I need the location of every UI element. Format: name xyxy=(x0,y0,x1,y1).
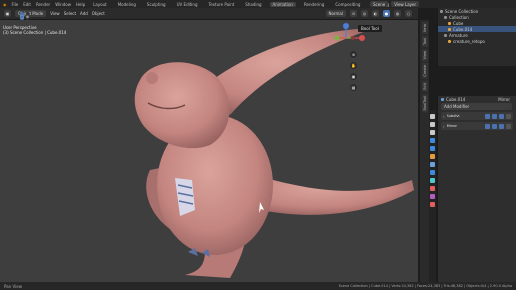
edit-mode-icon xyxy=(485,113,490,119)
header-tool-buttons: ⬚ ⊕ xyxy=(20,12,30,20)
scene-tab-icon[interactable] xyxy=(430,146,435,151)
shading-rendered-icon[interactable]: ○ xyxy=(405,10,412,17)
tab-view[interactable]: View xyxy=(421,48,428,62)
menu-render[interactable]: Render xyxy=(36,2,50,7)
wrench-icon xyxy=(441,98,444,101)
render-tab-icon[interactable] xyxy=(430,122,435,127)
realtime-icon xyxy=(492,113,497,119)
tab-booltool[interactable]: BoolTool xyxy=(421,93,428,112)
menu-add[interactable]: Add xyxy=(80,11,88,16)
mesh-icon xyxy=(448,21,451,25)
snap-icon[interactable]: ⊙ xyxy=(350,10,357,17)
viewport-info: User Perspective (3) Scene Collection | … xyxy=(3,25,66,35)
data-tab-icon[interactable] xyxy=(430,194,435,199)
modifier-subdivision[interactable]: › Subdivi xyxy=(441,112,513,120)
editor-type-icon[interactable]: ▣ xyxy=(4,10,11,17)
blender-logo-icon[interactable]: ◉ xyxy=(3,2,7,7)
view-layer-tab-icon[interactable] xyxy=(430,138,435,143)
shading-material-icon[interactable]: ◍ xyxy=(394,10,401,17)
mesh-icon xyxy=(448,39,451,43)
output-tab-icon[interactable] xyxy=(430,130,435,135)
tab-tool[interactable]: Tool xyxy=(421,35,428,47)
menu-window[interactable]: Window xyxy=(55,2,71,7)
overlay-icon[interactable]: ◐ xyxy=(372,10,379,17)
zoom-icon[interactable]: ⊕ xyxy=(350,51,357,58)
render-icon xyxy=(499,113,504,119)
modifier-tab-icon[interactable] xyxy=(430,162,435,167)
object-tab-icon[interactable] xyxy=(430,154,435,159)
mesh-icon xyxy=(448,27,451,31)
collection-icon xyxy=(440,9,443,13)
tab-item[interactable]: Item xyxy=(421,22,428,34)
status-bar: Pan View Scene Collection | Cube.014 | V… xyxy=(0,282,516,290)
tab-layout[interactable]: Layout xyxy=(90,2,110,7)
modifier-label[interactable]: Subdivi xyxy=(447,114,483,118)
menu-view[interactable]: View xyxy=(50,11,60,16)
expand-icon: › xyxy=(443,113,445,119)
select-mode-icon[interactable]: ⊕ xyxy=(25,12,30,20)
collection-icon xyxy=(444,15,447,19)
tooltip: Bool Tool xyxy=(358,25,382,32)
render-icon xyxy=(499,123,504,129)
gizmo-x-icon xyxy=(359,35,365,41)
view-subtitle: (3) Scene Collection | Cube.014 xyxy=(3,30,67,35)
edit-mode-icon xyxy=(485,123,490,129)
physics-tab-icon[interactable] xyxy=(430,178,435,183)
tool-tab-icon[interactable] xyxy=(430,114,435,119)
tab-sculpting[interactable]: Sculpting xyxy=(144,2,169,7)
sidebar-tabs: Item Tool View Create Edit BoolTool xyxy=(420,20,429,282)
nose xyxy=(146,72,158,84)
tab-compositing[interactable]: Compositing xyxy=(332,2,363,7)
camera-icon[interactable]: ▣ xyxy=(350,73,357,80)
expand-icon: › xyxy=(443,123,445,129)
close-icon xyxy=(506,113,511,119)
tab-modeling[interactable]: Modeling xyxy=(115,2,139,7)
modifier-mirror[interactable]: › Mirror xyxy=(441,122,513,130)
transform-orientation-dropdown[interactable]: Normal xyxy=(325,10,346,17)
particles-tab-icon[interactable] xyxy=(430,170,435,175)
select-box-icon[interactable]: ⬚ xyxy=(20,12,24,20)
tab-texture-paint[interactable]: Texture Paint xyxy=(205,2,237,7)
menu-edit[interactable]: Edit xyxy=(23,2,31,7)
shading-solid-icon[interactable]: ● xyxy=(383,10,390,17)
gizmo-z-icon xyxy=(343,23,349,29)
tab-create[interactable]: Create xyxy=(421,63,428,79)
viewport-nav-buttons: ⊕ ✋ ▣ ▦ xyxy=(350,51,357,91)
tab-uv-editing[interactable]: UV Editing xyxy=(174,2,201,7)
mirror-label[interactable]: Mirror xyxy=(498,97,516,102)
menu-help[interactable]: Help xyxy=(76,2,85,7)
armature-icon xyxy=(444,33,447,37)
modifier-label[interactable]: Mirror xyxy=(447,124,483,128)
tab-edit[interactable]: Edit xyxy=(421,80,428,92)
close-icon xyxy=(506,123,511,129)
proportional-edit-icon[interactable]: ◎ xyxy=(361,10,368,17)
scene-selector[interactable]: Scene xyxy=(370,1,389,7)
scene-selectors: Scene View Layer xyxy=(370,1,420,7)
status-stats: Scene Collection | Cube.014 | Verts:24,3… xyxy=(338,284,512,288)
add-modifier-row: Add Modifier xyxy=(438,103,516,110)
grid-icon[interactable]: ▦ xyxy=(350,84,357,91)
outliner: Scene Collection Collection Cube Cube.01… xyxy=(437,8,516,66)
tab-shading[interactable]: Shading xyxy=(242,2,264,7)
object-name: Cube.014 xyxy=(446,97,466,102)
outliner-row[interactable]: creature_retopo xyxy=(438,38,516,44)
tab-animation[interactable]: Animation xyxy=(269,1,296,7)
pan-hand-icon[interactable]: ✋ xyxy=(350,62,357,69)
constraints-tab-icon[interactable] xyxy=(430,186,435,191)
menu-select[interactable]: Select xyxy=(64,11,76,16)
material-tab-icon[interactable] xyxy=(430,202,435,207)
top-menubar: ◉ File Edit Render Window Help Layout Mo… xyxy=(0,0,516,8)
view-layer-selector[interactable]: View Layer xyxy=(391,1,420,7)
object-name-row: Cube.014 Mirror xyxy=(438,96,516,103)
menu-file[interactable]: File xyxy=(12,2,19,7)
realtime-icon xyxy=(492,123,497,129)
tab-rendering[interactable]: Rendering xyxy=(301,2,327,7)
menu-object[interactable]: Object xyxy=(92,11,105,16)
gizmo-y-icon xyxy=(334,35,340,41)
status-left: Pan View xyxy=(4,283,22,289)
property-tabs xyxy=(429,110,436,282)
add-modifier-button[interactable]: Add Modifier xyxy=(441,103,512,110)
properties-panel: Cube.014 Mirror Add Modifier › Subdivi ›… xyxy=(437,96,516,282)
